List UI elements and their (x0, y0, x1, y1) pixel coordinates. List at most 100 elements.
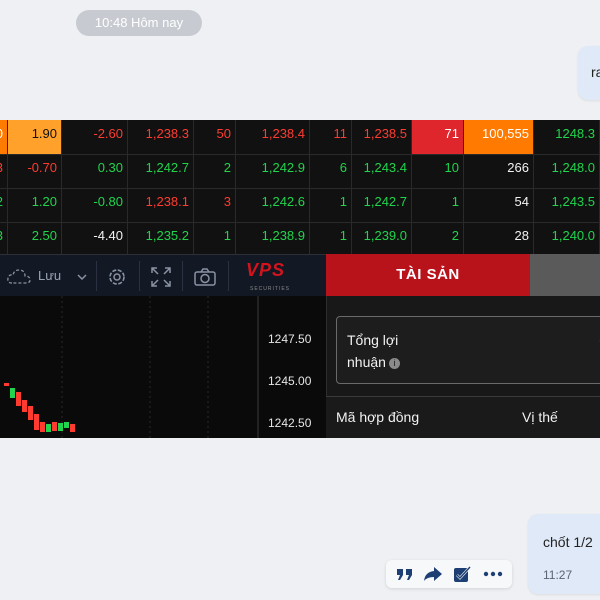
shared-screenshot[interactable]: 01.90-2.601,238.3501,238.4111,238.571100… (0, 120, 600, 438)
price-board: 01.90-2.601,238.3501,238.4111,238.571100… (0, 120, 600, 257)
board-cell: 10 (412, 154, 464, 188)
chart-toolbar: Lưu VPS SECURITIES (0, 254, 326, 297)
more-icon[interactable] (482, 564, 504, 584)
message-text: ra (591, 64, 600, 80)
candle (10, 388, 15, 398)
board-cell: 3 (0, 222, 8, 256)
board-cell: 1,238.3 (128, 120, 194, 154)
board-cell: 2 (0, 188, 8, 222)
candle (28, 406, 33, 420)
board-cell: 1,238.5 (352, 120, 412, 154)
board-cell: 2.50 (8, 222, 62, 256)
board-cell: 1 (412, 188, 464, 222)
fullscreen-icon[interactable] (150, 255, 172, 297)
tab-assets[interactable]: TÀI SẢN (326, 254, 530, 296)
board-cell: -0.70 (8, 154, 62, 188)
board-cell: 1,242.9 (236, 154, 310, 188)
cloud-icon[interactable] (6, 255, 32, 297)
candle (46, 424, 51, 432)
candle (64, 422, 69, 428)
message-bubble-top[interactable]: ra (578, 46, 600, 100)
board-cell: 50 (194, 120, 236, 154)
total-profit-card: Tổng lợi nhuậni 7 (336, 316, 600, 384)
message-actions-bar (386, 560, 512, 588)
candlestick-chart[interactable]: 1247.50 1245.00 1242.50 (0, 296, 326, 438)
board-cell: 0 (0, 120, 8, 154)
board-cell: 1,243.4 (352, 154, 412, 188)
quote-icon[interactable] (394, 564, 416, 584)
board-cell: 2 (194, 154, 236, 188)
board-cell: 1,242.6 (236, 188, 310, 222)
price-level-label: 1242.50 (268, 416, 312, 430)
info-icon[interactable]: i (388, 358, 400, 369)
gear-icon[interactable] (105, 255, 129, 297)
board-cell: 1.90 (8, 120, 62, 154)
toolbar-divider (96, 261, 97, 291)
board-cell: 1,242.7 (128, 154, 194, 188)
board-cell: 1248.3 (534, 120, 600, 154)
board-cell: 1,238.1 (128, 188, 194, 222)
board-cell: 1,239.0 (352, 222, 412, 256)
message-bubble-bottom[interactable]: chốt 1/2 11:27 (528, 514, 600, 594)
candle (52, 422, 57, 431)
board-row: 21.20-0.801,238.131,242.611,242.71541,24… (0, 188, 600, 223)
board-cell: 1 (194, 222, 236, 256)
candle (34, 414, 39, 430)
board-cell: 1,243.5 (534, 188, 600, 222)
column-header-contract: Mã hợp đồng (336, 409, 420, 425)
forward-icon[interactable] (422, 564, 444, 584)
tab-secondary[interactable] (530, 254, 600, 296)
candle (40, 422, 45, 432)
timestamp-text: 10:48 Hôm nay (94, 15, 184, 30)
board-cell: 54 (464, 188, 534, 222)
board-cell: 3 (0, 154, 8, 188)
board-cell: 1 (310, 222, 352, 256)
toolbar-divider (182, 261, 183, 291)
board-cell: 11 (310, 120, 352, 154)
board-cell: 1.20 (8, 188, 62, 222)
board-cell: 1 (310, 188, 352, 222)
board-cell: 1,238.4 (236, 120, 310, 154)
toolbar-divider (139, 261, 140, 291)
task-icon[interactable] (452, 564, 474, 584)
board-cell: 71 (412, 120, 464, 154)
assets-panel: Tổng lợi nhuậni 7 Mã hợp đồng Vị thế (326, 296, 600, 438)
total-profit-label: Tổng lợi nhuận i (347, 329, 400, 373)
message-text: chốt 1/2 (543, 534, 593, 550)
board-cell: 2 (412, 222, 464, 256)
candle (70, 424, 75, 432)
board-cell: 3 (194, 188, 236, 222)
profit-label-line2: nhuận (347, 354, 386, 370)
board-cell: -4.40 (62, 222, 128, 256)
candle (58, 423, 63, 431)
timestamp-pill: 10:48 Hôm nay (76, 10, 202, 36)
chevron-down-icon[interactable] (76, 255, 88, 297)
board-cell: -0.80 (62, 188, 128, 222)
board-cell: -2.60 (62, 120, 128, 154)
board-cell: 266 (464, 154, 534, 188)
candles (4, 383, 75, 432)
board-row: 01.90-2.601,238.3501,238.4111,238.571100… (0, 120, 600, 155)
save-button[interactable]: Lưu (38, 255, 61, 297)
candle (4, 383, 9, 386)
price-level-label: 1245.00 (268, 374, 312, 388)
board-cell: 1,235.2 (128, 222, 194, 256)
positions-table-header: Mã hợp đồng Vị thế (326, 396, 600, 438)
board-row: 3-0.700.301,242.721,242.961,243.4102661,… (0, 154, 600, 189)
board-cell: 1,240.0 (534, 222, 600, 256)
board-row: 32.50-4.401,235.211,238.911,239.02281,24… (0, 222, 600, 257)
board-cell: 100,555 (464, 120, 534, 154)
price-level-label: 1247.50 (268, 332, 312, 346)
message-time: 11:27 (543, 568, 573, 582)
profit-label-line1: Tổng lợi (347, 332, 399, 348)
board-cell: 6 (310, 154, 352, 188)
candle (16, 392, 21, 406)
board-cell: 1,242.7 (352, 188, 412, 222)
board-cell: 28 (464, 222, 534, 256)
board-cell: 1,248.0 (534, 154, 600, 188)
camera-icon[interactable] (193, 255, 217, 297)
board-cell: 0.30 (62, 154, 128, 188)
toolbar-divider (228, 261, 229, 291)
column-header-position: Vị thế (522, 409, 558, 425)
candle (22, 400, 27, 412)
